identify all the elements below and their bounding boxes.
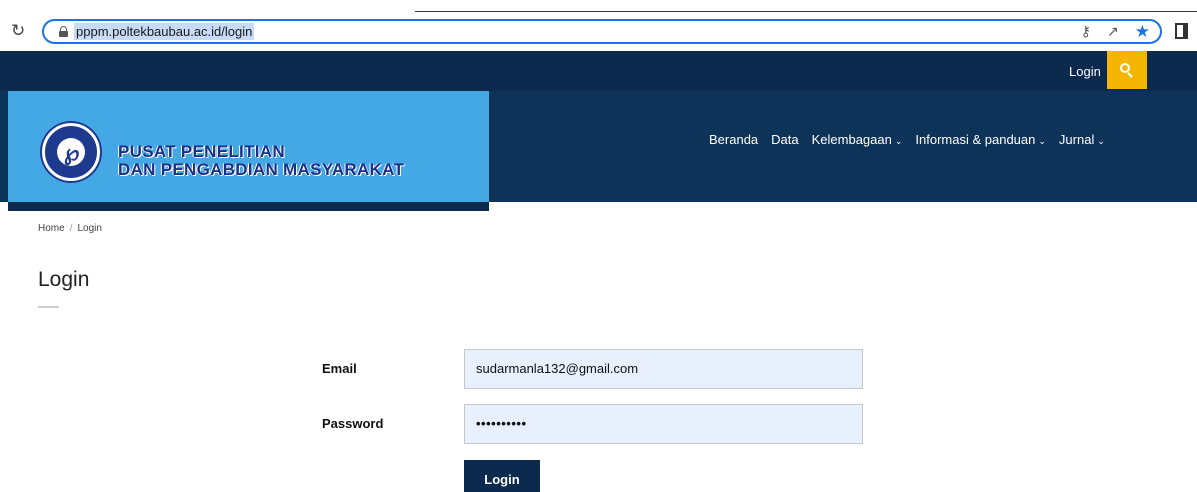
chevron-down-icon: ⌄ xyxy=(1038,136,1046,146)
chevron-down-icon: ⌄ xyxy=(1097,136,1105,146)
brand-block[interactable]: ℘ PUSAT PENELITIAN DAN PENGABDIAN MASYAR… xyxy=(8,91,489,211)
key-icon[interactable]: ⚷ xyxy=(1081,23,1091,41)
top-bar: Login xyxy=(0,51,1197,91)
page-title: Login xyxy=(38,268,90,291)
title-underline xyxy=(38,306,59,308)
chevron-down-icon: ⌄ xyxy=(894,136,903,146)
search-button[interactable] xyxy=(1107,51,1147,89)
login-button[interactable]: Login xyxy=(464,460,540,492)
email-field[interactable]: sudarmanla132@gmail.com xyxy=(464,349,863,389)
nav-item-beranda[interactable]: Beranda xyxy=(709,132,758,147)
breadcrumb: Home / Login xyxy=(38,223,102,234)
share-icon[interactable]: ↗ xyxy=(1107,23,1119,41)
password-field[interactable]: •••••••••• xyxy=(464,404,863,444)
star-icon[interactable]: ★ xyxy=(1135,23,1150,41)
nav-item-kelembagaan[interactable]: Kelembagaan ⌄ xyxy=(812,132,903,147)
breadcrumb-current: Login xyxy=(77,223,102,234)
nav-item-informasi-panduan[interactable]: Informasi & panduan ⌄ xyxy=(915,132,1046,147)
reload-icon[interactable]: ↻ xyxy=(11,21,25,41)
side-panel-icon[interactable] xyxy=(1175,23,1188,39)
nav-item-data[interactable]: Data xyxy=(771,132,798,147)
breadcrumb-separator: / xyxy=(69,223,73,234)
email-label: Email xyxy=(322,361,357,376)
site-title: PUSAT PENELITIAN DAN PENGABDIAN MASYARAK… xyxy=(118,143,404,179)
window-edge xyxy=(415,11,1197,12)
nav-item-jurnal[interactable]: Jurnal ⌄ xyxy=(1059,132,1105,147)
lock-icon[interactable] xyxy=(59,26,68,37)
password-label: Password xyxy=(322,416,384,431)
site-header: ℘ PUSAT PENELITIAN DAN PENGABDIAN MASYAR… xyxy=(0,91,1197,211)
topbar-login-link[interactable]: Login xyxy=(1069,64,1101,79)
main-nav: Beranda Data Kelembagaan ⌄ Informasi & pa… xyxy=(709,132,1118,147)
site-title-line1: PUSAT PENELITIAN xyxy=(118,142,285,161)
browser-toolbar: ↻ pppm.poltekbaubau.ac.id/login ⚷ ↗ ★ xyxy=(0,0,1197,51)
url-text[interactable]: pppm.poltekbaubau.ac.id/login xyxy=(74,23,255,40)
breadcrumb-home[interactable]: Home xyxy=(38,223,65,234)
address-bar[interactable]: pppm.poltekbaubau.ac.id/login ⚷ ↗ ★ xyxy=(42,19,1162,44)
site-title-line2: DAN PENGABDIAN MASYARAKAT xyxy=(118,160,405,179)
polytechnic-logo: ℘ xyxy=(42,123,100,181)
